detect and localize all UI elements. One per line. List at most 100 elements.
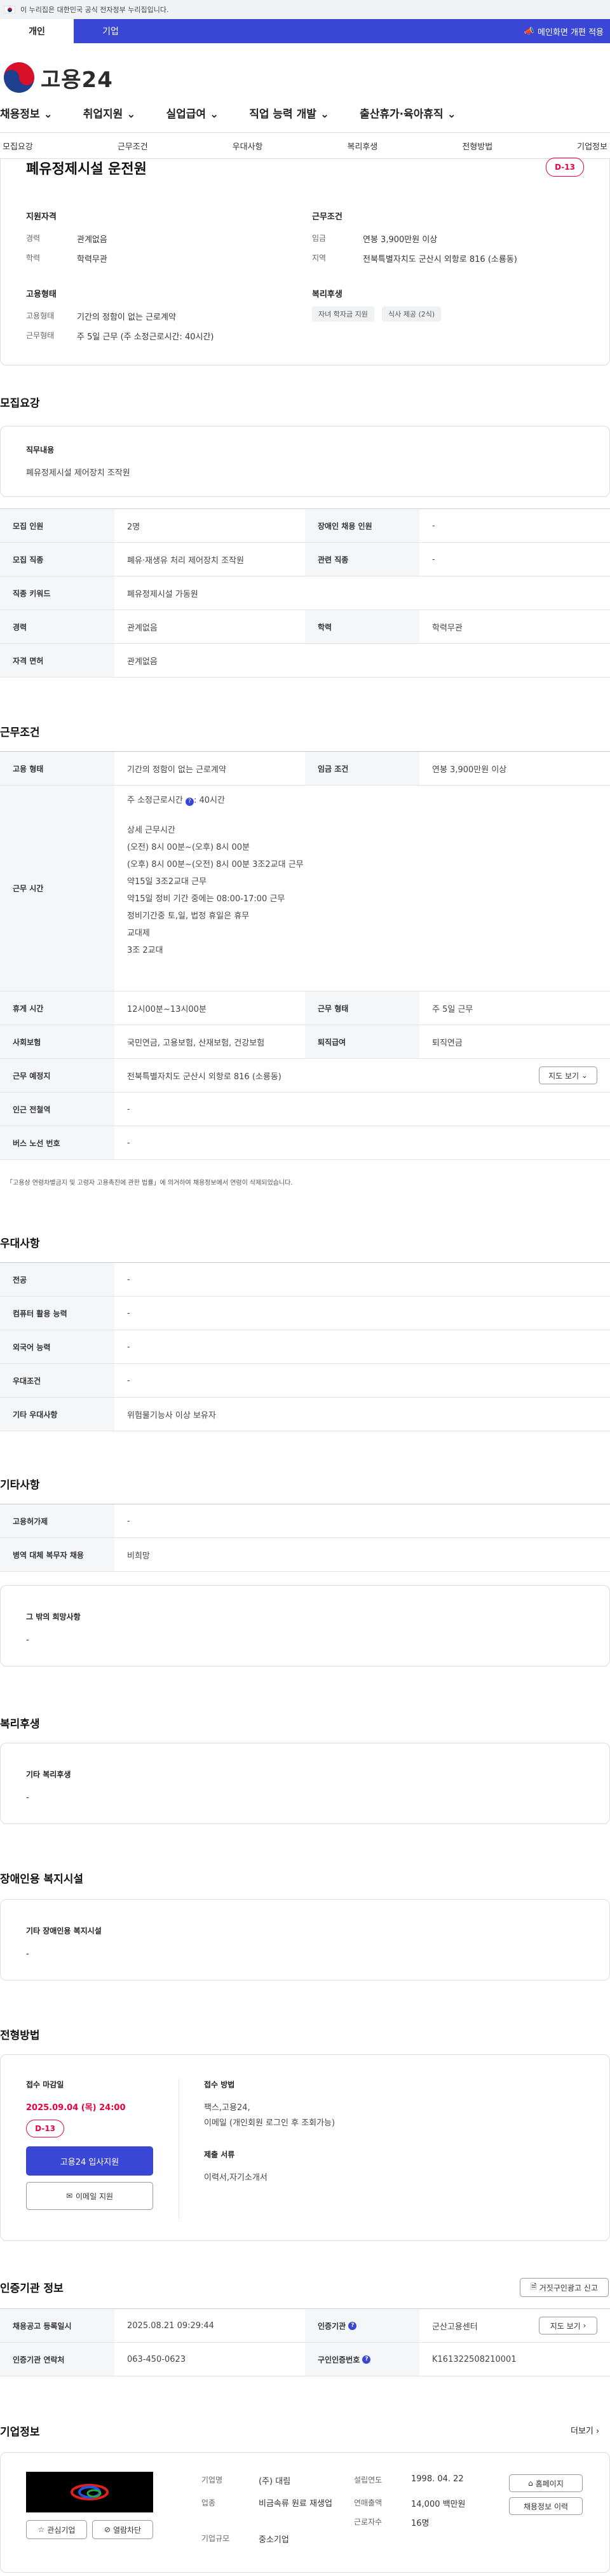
gnb-item-parental-leave[interactable]: 출산휴가·육아휴직 ⌄ xyxy=(360,105,456,125)
dday-badge: D-13 xyxy=(546,158,584,177)
gnb-item-unemployment-benefit[interactable]: 실업급여 ⌄ xyxy=(166,105,219,125)
chevron-right-icon: › xyxy=(583,2321,586,2330)
table-row: 모집 직종 폐유·재생유 처리 제어장치 조작원 관련 직종 - xyxy=(0,543,610,576)
chevron-down-icon: ⌄ xyxy=(126,108,136,121)
anchor-recruit[interactable]: 모집요강 xyxy=(3,140,33,152)
agency-map-button[interactable]: 지도 보기 › xyxy=(539,2317,597,2334)
taegeuk-logo-icon xyxy=(3,61,36,94)
block-view-button[interactable]: ⊘ 열람차단 xyxy=(92,2520,153,2539)
recruit-table: 모집 인원 2명 장애인 채용 인원 - 모집 직종 폐유·재생유 처리 제어장치 조… xyxy=(0,508,610,678)
table-row: 전공 - xyxy=(0,1263,610,1297)
emp-heading: 고용형태 xyxy=(26,290,57,299)
document-icon: 🗎 xyxy=(531,2282,537,2291)
megaphone-icon: 📣 xyxy=(524,26,535,36)
gnb-item-jobs[interactable]: 채용정보 ⌄ xyxy=(0,105,53,125)
table-row: 채용공고 등록일시 2025.08.21 09:29:44 인증기관 ? 군산고용… xyxy=(0,2309,610,2343)
table-row: 직종 키워드 폐유정제시설 가동원 xyxy=(0,576,610,610)
job-history-button[interactable]: 채용정보 이력 xyxy=(509,2497,583,2515)
job-desc-box: 직무내용 폐유정제시설 제어장치 조작원 xyxy=(0,426,610,497)
chevron-down-icon: ⌄ xyxy=(209,108,219,121)
table-row: 컴퓨터 활용 능력 - xyxy=(0,1297,610,1330)
favorite-company-button[interactable]: ☆ 관심기업 xyxy=(26,2520,87,2539)
section-title-process: 전형방법 xyxy=(0,2029,40,2042)
map-view-button[interactable]: 지도 보기 ⌄ xyxy=(539,1067,597,1084)
section-title-company: 기업정보 xyxy=(0,2426,40,2439)
logo-text: 고용24 xyxy=(41,67,113,93)
weekly-hours: 주 소정근로시간 ?: 40시간 xyxy=(127,796,225,806)
user-type-bar: 개인 기업 📣 메인화면 개편 적용 xyxy=(0,19,610,43)
work-table: 고용 형태 기간의 정함이 없는 근로계약 임금 조건 연봉 3,900만원 이상 … xyxy=(0,751,610,1160)
table-row: 고용허가제 - xyxy=(0,1504,610,1538)
gnb-item-skill-development[interactable]: 직업 능력 개발 ⌄ xyxy=(249,105,329,125)
table-row: 경력 관계없음 학력 학력무관 xyxy=(0,610,610,644)
table-row: 근무 예정지 전북특별자치도 군산시 외항로 816 (소룡동) 지도 보기 ⌄ xyxy=(0,1059,610,1093)
welfare-chip: 자녀 학자금 지원 xyxy=(312,306,374,322)
chevron-down-icon: ⌄ xyxy=(581,1071,588,1080)
company-box: ☆ 관심기업 ⊘ 열람차단 기업명 (주) 대림 업종 비금속류 원료 재생업 기업… xyxy=(0,2452,610,2573)
agency-table: 채용공고 등록일시 2025.08.21 09:29:44 인증기관 ? 군산고용… xyxy=(0,2308,610,2376)
section-title-agency: 인증기관 정보 xyxy=(0,2282,64,2295)
mail-icon: ✉ xyxy=(65,2191,73,2200)
chevron-down-icon: ⌄ xyxy=(320,108,330,121)
section-title-etc: 기타사항 xyxy=(0,1479,40,1492)
company-more-link[interactable]: 더보기 › xyxy=(571,2424,599,2436)
prefer-table: 전공 - 컴퓨터 활용 능력 - 외국어 능력 - 우대조건 - 기타 우대사항 위험물기… xyxy=(0,1262,610,1431)
korea-flag-icon xyxy=(4,6,15,13)
welfare-chip: 식사 제공 (2식) xyxy=(381,306,442,322)
welfare-box: 기타 복리후생 - xyxy=(0,1743,610,1824)
global-nav: 채용정보 ⌄ 취업지원 ⌄ 실업급여 ⌄ 직업 능력 개발 ⌄ 출산휴가·육아휴… xyxy=(0,105,487,125)
anchor-preference[interactable]: 우대사항 xyxy=(233,140,263,152)
anchor-company[interactable]: 기업정보 xyxy=(577,140,607,152)
email-apply-button[interactable]: ✉ 이메일 지원 xyxy=(26,2182,153,2210)
job-summary-card: 폐유정제시설 운전원 D-13 지원자격 경력 관계없음 학력 학력무관 근무조… xyxy=(0,158,610,365)
section-anchor-nav: 모집요강 근무조건 우대사항 복리후생 전형방법 기업정보 xyxy=(0,132,610,159)
apply-button[interactable]: 고용24 입사지원 xyxy=(26,2146,153,2176)
table-row: 사회보험 국민연금, 고용보험, 산재보험, 건강보험 퇴직급여 퇴직연금 xyxy=(0,1025,610,1059)
block-icon: ⊘ xyxy=(104,2525,111,2534)
table-row: 자격 면허 관계없음 xyxy=(0,644,610,678)
section-title-disability: 장애인용 복지시설 xyxy=(0,1873,84,1886)
info-icon[interactable]: ? xyxy=(348,2321,357,2330)
dday-badge: D-13 xyxy=(26,2120,64,2137)
table-row: 병역 대체 복무자 채용 비희망 xyxy=(0,1538,610,1572)
anchor-process[interactable]: 전형방법 xyxy=(462,140,492,152)
section-title-work: 근무조건 xyxy=(0,726,40,739)
gov-notice-text: 이 누리집은 대한민국 공식 전자정부 누리집입니다. xyxy=(20,6,169,14)
disability-box: 기타 장애인용 복지시설 - xyxy=(0,1899,610,1980)
process-box: 접수 마감일 2025.09.04 (목) 24:00 D-13 고용24 입사… xyxy=(0,2054,610,2241)
section-title-welfare: 복리후생 xyxy=(0,1718,40,1731)
fake-ad-report-button[interactable]: 🗎 거짓구인광고 신고 xyxy=(520,2278,609,2297)
tab-company[interactable]: 기업 xyxy=(74,19,147,43)
home-icon: ⌂ xyxy=(528,2479,533,2488)
job-desc-value: 폐유정제시설 제어장치 조작원 xyxy=(26,468,130,478)
table-row: 모집 인원 2명 장애인 채용 인원 - xyxy=(0,509,610,543)
star-icon: ☆ xyxy=(37,2525,45,2534)
table-row: 버스 노선 번호 - xyxy=(0,1126,610,1160)
table-row: 인증기관 연락처 063-450-0623 구인인증번호 ? K161322508… xyxy=(0,2343,610,2376)
main-renewal-link[interactable]: 📣 메인화면 개편 적용 xyxy=(524,19,610,43)
site-logo[interactable]: 고용24 xyxy=(3,61,113,94)
info-icon[interactable]: ? xyxy=(186,798,194,806)
info-icon[interactable]: ? xyxy=(362,2355,371,2364)
deadline-value: 2025.09.04 (목) 24:00 xyxy=(26,2103,126,2113)
table-row: 우대조건 - xyxy=(0,1364,610,1398)
anchor-work-conditions[interactable]: 근무조건 xyxy=(118,140,148,152)
chevron-right-icon: › xyxy=(596,2427,600,2436)
age-law-note: 「고용상 연령차별금지 및 고령자 고용촉진에 관한 법률」에 의거하여 채용정… xyxy=(6,1180,293,1187)
section-title-recruit: 모집요강 xyxy=(0,397,40,410)
homepage-button[interactable]: ⌂ 홈페이지 xyxy=(509,2474,583,2492)
tab-personal[interactable]: 개인 xyxy=(0,19,74,43)
anchor-welfare[interactable]: 복리후생 xyxy=(347,140,377,152)
table-row: 인근 전철역 - xyxy=(0,1093,610,1126)
table-row: 기타 우대사항 위험물기능사 이상 보유자 xyxy=(0,1398,610,1431)
table-row: 근무 시간 주 소정근로시간 ?: 40시간 상세 근무시간 (오전) 8시 0… xyxy=(0,786,610,992)
job-desc-label: 직무내용 xyxy=(26,446,55,454)
welfare-chips: 자녀 학자금 지원 식사 제공 (2식) xyxy=(312,306,446,322)
chevron-down-icon: ⌄ xyxy=(43,108,53,121)
gnb-item-employment-support[interactable]: 취업지원 ⌄ xyxy=(83,105,136,125)
etc-table: 고용허가제 - 병역 대체 복무자 채용 비희망 xyxy=(0,1504,610,1572)
table-row: 외국어 능력 - xyxy=(0,1330,610,1364)
company-name: (주) 대림 xyxy=(259,2477,291,2486)
cond-heading: 근무조건 xyxy=(312,212,342,222)
company-logo-icon xyxy=(71,2484,109,2500)
